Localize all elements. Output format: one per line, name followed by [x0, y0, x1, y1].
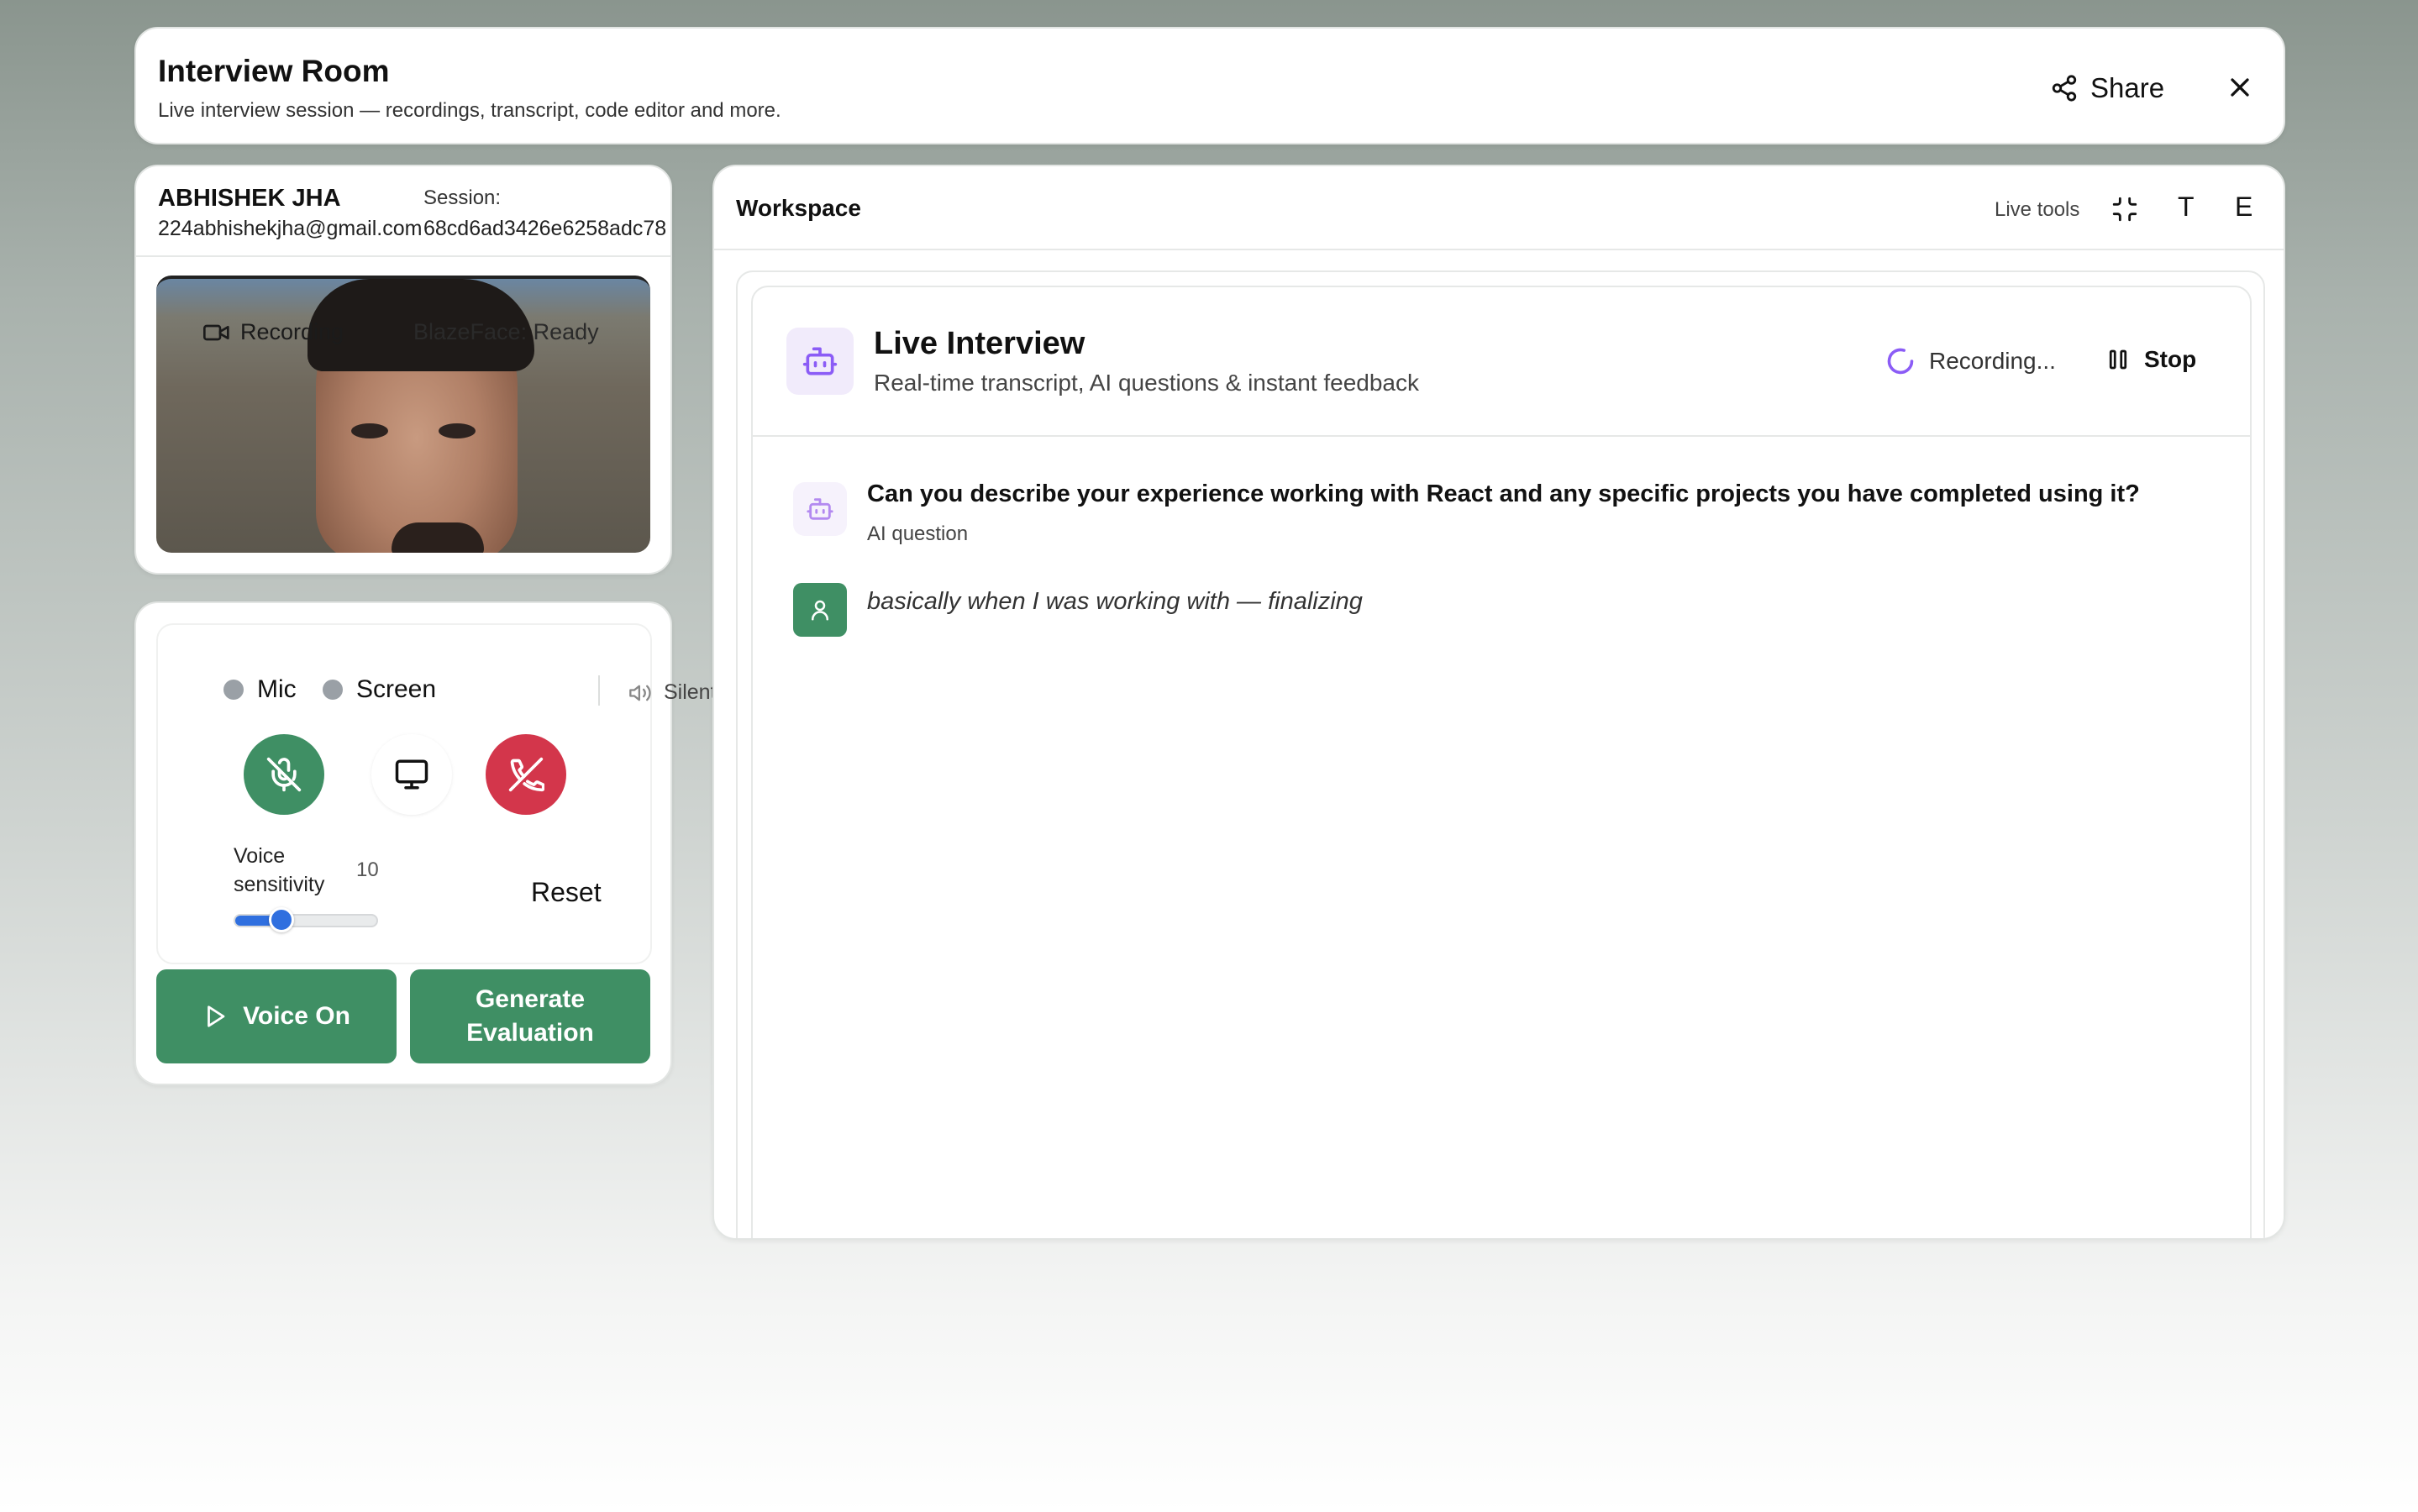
- end-call-button[interactable]: [486, 734, 566, 815]
- generate-evaluation-button[interactable]: Generate Evaluation: [410, 969, 650, 1063]
- candidate-email: 224abhishekjha@gmail.com: [158, 217, 423, 240]
- silent-label: Silent: [664, 680, 717, 704]
- camera-eye: [439, 423, 476, 438]
- play-icon: [208, 1005, 225, 1027]
- voice-sensitivity-label: Voice sensitivity: [234, 844, 325, 896]
- editor-tool-button[interactable]: E: [2235, 192, 2252, 223]
- pause-icon: [2109, 349, 2127, 370]
- face-detector-status: BlazeFace: Ready: [413, 319, 599, 344]
- bot-icon: [802, 347, 838, 375]
- recording-indicator: Recording: [203, 319, 344, 345]
- divider: [714, 249, 2284, 250]
- minimize-icon[interactable]: [2110, 195, 2139, 223]
- live-interview-title: Live Interview: [874, 326, 1085, 361]
- bot-avatar: [786, 328, 854, 395]
- screen-status-dot: [323, 680, 343, 700]
- share-screen-button[interactable]: [371, 734, 452, 815]
- ai-question-text: Can you describe your experience working…: [867, 480, 2140, 507]
- recording-status: Recording...: [1885, 346, 2056, 376]
- session-label: Session:: [423, 186, 502, 209]
- stop-button[interactable]: Stop: [2105, 346, 2196, 373]
- media-controls-panel: Mic Screen Silent Voice sensitivity 10 R…: [156, 623, 717, 964]
- mute-mic-button[interactable]: [244, 734, 324, 815]
- share-button[interactable]: Share: [2050, 72, 2164, 104]
- mic-status-dot: [223, 680, 244, 700]
- workspace-card: Workspace Live tools T E Live Interview …: [712, 165, 2285, 1240]
- mic-label: Mic: [257, 675, 297, 703]
- workspace-title: Workspace: [736, 195, 861, 221]
- mic-off-icon: [266, 757, 302, 792]
- audio-level-status: Silent: [627, 680, 717, 705]
- header-card: Interview Room Live interview session — …: [134, 27, 2285, 144]
- transcript-tool-button[interactable]: T: [2178, 192, 2195, 223]
- camera-eye: [351, 423, 388, 438]
- divider: [753, 435, 2250, 437]
- video-camera-icon: [203, 324, 229, 340]
- phone-off-icon: [508, 757, 544, 792]
- divider: [598, 675, 600, 706]
- voice-on-button[interactable]: Voice On: [156, 969, 397, 1063]
- recording-status-label: Recording...: [1929, 348, 2056, 374]
- controls-card: Mic Screen Silent Voice sensitivity 10 R…: [134, 601, 717, 1085]
- candidate-name: ABHISHEK JHA: [158, 185, 341, 212]
- voice-sensitivity-slider[interactable]: [234, 907, 378, 932]
- reset-button[interactable]: Reset: [531, 877, 602, 908]
- share-icon: [2052, 75, 2077, 102]
- divider: [136, 255, 670, 257]
- voice-on-label: Voice On: [243, 1002, 350, 1030]
- user-icon: [812, 600, 828, 621]
- live-tools-label: Live tools: [1995, 198, 2080, 221]
- slider-handle[interactable]: [269, 907, 295, 932]
- recording-label: Recording: [240, 319, 344, 344]
- close-icon[interactable]: [2225, 72, 2255, 102]
- ai-question-meta: AI question: [867, 522, 969, 545]
- screen-status: Screen: [323, 675, 436, 704]
- share-label: Share: [2090, 72, 2165, 103]
- bot-icon: [807, 498, 833, 520]
- stop-label: Stop: [2144, 346, 2197, 372]
- camera-feed: Recording BlazeFace: Ready: [156, 276, 650, 553]
- camera-beard: [392, 522, 484, 553]
- session-id: 68cd6ad3426e6258adc78: [423, 217, 667, 240]
- page-subtitle: Live interview session — recordings, tra…: [158, 99, 781, 122]
- voice-sensitivity-value: 10: [356, 858, 379, 881]
- ai-message-avatar: [793, 482, 847, 536]
- spinner-icon: [1887, 348, 1914, 375]
- live-interview-panel: Live Interview Real-time transcript, AI …: [751, 286, 2252, 1238]
- page-title: Interview Room: [158, 54, 390, 88]
- speaker-icon: [629, 685, 651, 701]
- monitor-icon: [395, 759, 428, 790]
- screen-label: Screen: [356, 675, 437, 703]
- user-message-avatar: [793, 583, 847, 637]
- mic-status: Mic: [223, 675, 297, 704]
- candidate-card: ABHISHEK JHA 224abhishekjha@gmail.com Se…: [134, 165, 672, 575]
- live-interview-subtitle: Real-time transcript, AI questions & ins…: [874, 370, 1419, 396]
- user-transcript-text: basically when I was working with — fina…: [867, 588, 1363, 615]
- workspace-panel: Live Interview Real-time transcript, AI …: [736, 270, 2265, 1238]
